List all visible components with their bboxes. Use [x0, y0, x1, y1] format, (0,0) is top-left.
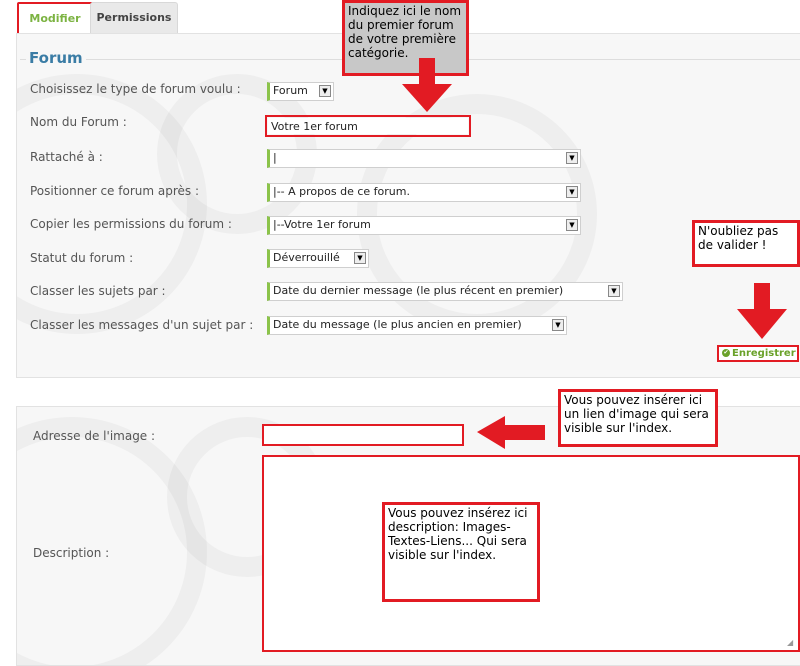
- forum-type-value: Forum: [273, 84, 308, 97]
- down-arrow-icon: [737, 283, 787, 339]
- dropdown-arrow-icon: ▼: [608, 285, 620, 297]
- sort-posts-value: Date du message (le plus ancien en premi…: [273, 318, 522, 331]
- attached-select[interactable]: | ▼: [267, 149, 581, 168]
- status-value: Déverrouillé: [273, 251, 340, 264]
- copy-perms-value: |--Votre 1er forum: [273, 218, 371, 231]
- position-label: Positionner ce forum après :: [30, 184, 199, 198]
- forum-name-label: Nom du Forum :: [30, 115, 127, 129]
- resize-handle-icon[interactable]: ◢: [787, 639, 795, 647]
- dropdown-arrow-icon: ▼: [566, 152, 578, 164]
- attached-value: |: [273, 151, 277, 164]
- dropdown-arrow-icon: ▼: [354, 252, 366, 264]
- tab-permissions[interactable]: Permissions: [90, 2, 178, 33]
- left-arrow-icon: [477, 416, 545, 449]
- sort-topics-label: Classer les sujets par :: [30, 284, 166, 298]
- sort-posts-label: Classer les messages d'un sujet par :: [30, 318, 254, 332]
- down-arrow-icon: [402, 58, 452, 112]
- description-label: Description :: [33, 546, 110, 560]
- copy-perms-select[interactable]: |--Votre 1er forum ▼: [267, 216, 581, 235]
- annotation-validate-hint: N'oubliez pas de valider !: [692, 220, 800, 267]
- tab-modifier[interactable]: Modifier: [17, 2, 93, 36]
- image-label: Adresse de l'image :: [33, 429, 156, 443]
- dropdown-arrow-icon: ▼: [566, 219, 578, 231]
- position-value: |-- A propos de ce forum.: [273, 185, 410, 198]
- save-label: Enregistrer: [732, 348, 796, 359]
- status-select[interactable]: Déverrouillé ▼: [267, 249, 369, 268]
- dropdown-arrow-icon: ▼: [319, 85, 331, 97]
- annotation-image-hint: Vous pouvez insérer ici un lien d'image …: [558, 389, 718, 447]
- position-select[interactable]: |-- A propos de ce forum. ▼: [267, 183, 581, 202]
- section-legend: Forum: [26, 49, 86, 67]
- forum-name-input[interactable]: Votre 1er forum: [268, 118, 468, 134]
- sort-posts-select[interactable]: Date du message (le plus ancien en premi…: [267, 316, 567, 335]
- status-label: Statut du forum :: [30, 251, 134, 265]
- annotation-description-hint: Vous pouvez insérez ici description: Ima…: [382, 502, 540, 602]
- forum-name-value: Votre 1er forum: [271, 120, 358, 133]
- type-label: Choisissez le type de forum voulu :: [30, 82, 241, 96]
- sort-topics-value: Date du dernier message (le plus récent …: [273, 284, 564, 297]
- check-icon: ✔: [722, 349, 730, 357]
- attached-label: Rattaché à :: [30, 150, 103, 164]
- sort-topics-select[interactable]: Date du dernier message (le plus récent …: [267, 282, 623, 301]
- image-url-input[interactable]: [262, 424, 464, 446]
- copy-perms-label: Copier les permissions du forum :: [30, 217, 232, 231]
- save-button[interactable]: ✔ Enregistrer: [717, 345, 799, 362]
- dropdown-arrow-icon: ▼: [552, 319, 564, 331]
- forum-type-select[interactable]: Forum ▼: [267, 82, 334, 101]
- dropdown-arrow-icon: ▼: [566, 186, 578, 198]
